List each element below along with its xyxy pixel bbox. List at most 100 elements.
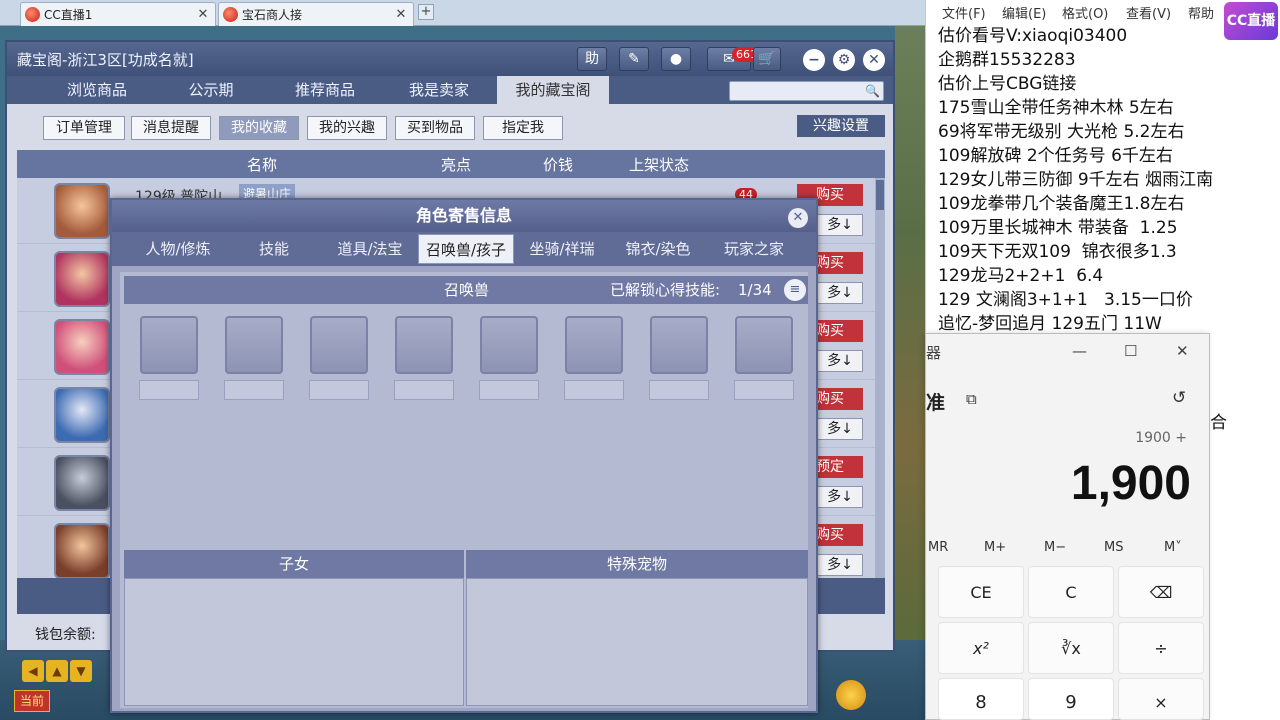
close-icon[interactable]: ✕ [863,49,885,71]
pet-slot[interactable] [480,316,538,374]
digit-8-button[interactable]: 8 [938,678,1024,720]
browser-tab-gem-merchant[interactable]: 宝石商人接 ✕ [218,2,414,26]
dialog-tabs: 人物/修炼 技能 道具/法宝 召唤兽/孩子 坐骑/祥瑞 锦衣/染色 玩家之家 [112,232,816,266]
arrow-down-icon[interactable]: ▼ [70,660,92,682]
tab-skills[interactable]: 技能 [226,234,322,264]
assigned-to-me-button[interactable]: 指定我 [483,116,563,140]
avatar [54,251,110,307]
memory-store-button[interactable]: MS [1104,540,1123,555]
settings-icon[interactable]: ⚙ [833,49,855,71]
clear-entry-button[interactable]: CE [938,566,1024,618]
tab-character[interactable]: 人物/修炼 [130,234,226,264]
nav-tab-my-cbg[interactable]: 我的藏宝阁 [497,76,609,104]
pet-slot[interactable] [140,316,198,374]
pet-slot[interactable] [735,316,793,374]
more-button[interactable]: 多↓ [817,486,863,508]
pet-slot[interactable] [310,316,368,374]
notepad-line: 109解放碑 2个任务号 6千左右 [938,146,1173,166]
message-reminder-button[interactable]: 消息提醒 [131,116,211,140]
more-button[interactable]: 多↓ [817,282,863,304]
arrow-left-icon[interactable]: ◀ [22,660,44,682]
menu-edit[interactable]: 编辑(E) [1002,3,1046,22]
tab-outfits[interactable]: 锦衣/染色 [610,234,706,264]
order-management-button[interactable]: 订单管理 [43,116,125,140]
backspace-button[interactable]: ⌫ [1118,566,1204,618]
notepad-line: 129龙马2+2+1 6.4 [938,266,1104,286]
more-button[interactable]: 多↓ [817,554,863,576]
more-button[interactable]: 多↓ [817,350,863,372]
maximize-icon[interactable]: ☐ [1124,342,1137,360]
memory-list-button[interactable]: M˅ [1164,540,1182,555]
pet-slot[interactable] [565,316,623,374]
wallet-balance-label: 钱包余额: [35,627,96,643]
multiply-button[interactable]: × [1118,678,1204,720]
more-button[interactable]: 多↓ [817,418,863,440]
nav-tab-seller[interactable]: 我是卖家 [383,76,495,104]
menu-help[interactable]: 帮助 [1188,3,1214,22]
clear-button[interactable]: C [1028,566,1114,618]
record-icon[interactable]: ● [661,47,691,71]
emoji-icon[interactable] [836,680,866,710]
help-button[interactable]: 助 [577,47,607,71]
square-button[interactable]: x² [938,622,1024,674]
cart-icon[interactable]: 🛒 [753,47,781,71]
purchased-items-button[interactable]: 买到物品 [395,116,475,140]
my-favorites-button[interactable]: 我的收藏 [219,116,299,140]
pet-slot-label [479,380,539,400]
tab-mounts[interactable]: 坐骑/祥瑞 [514,234,610,264]
nav-tab-public[interactable]: 公示期 [155,76,267,104]
minimize-icon[interactable]: — [1072,342,1087,360]
notepad-text[interactable]: 估价看号V:xiaoqi03400 企鹅群15532283 估价上号CBG链接 175… [938,24,1213,336]
pet-slot-label [734,380,794,400]
tab-items[interactable]: 道具/法宝 [322,234,418,264]
my-interest-button[interactable]: 我的兴趣 [307,116,387,140]
pet-slot[interactable] [395,316,453,374]
memory-add-button[interactable]: M+ [984,540,1006,555]
close-tab-icon[interactable]: ✕ [195,7,211,22]
pet-slot[interactable] [650,316,708,374]
list-scroll-thumb[interactable] [876,180,884,210]
notepad-line: 129 文澜阁3+1+1 3.15一口价 [938,290,1193,310]
close-tab-icon[interactable]: ✕ [393,7,409,22]
digit-9-button[interactable]: 9 [1028,678,1114,720]
divide-button[interactable]: ÷ [1118,622,1204,674]
nav-tab-recommend[interactable]: 推荐商品 [269,76,381,104]
browser-tabbar: CC直播1 ✕ 宝石商人接 ✕ + [0,0,925,26]
minimize-icon[interactable]: − [803,49,825,71]
browser-tab-cc-live[interactable]: CC直播1 ✕ [20,2,216,26]
pet-slot-label [394,380,454,400]
list-scrollbar[interactable] [875,178,885,578]
new-tab-button[interactable]: + [418,4,434,20]
calculator-mode[interactable]: 准 [926,388,945,415]
search-input[interactable]: 🔍 [729,81,884,101]
arrow-up-icon[interactable]: ▲ [46,660,68,682]
pet-slot[interactable] [225,316,283,374]
menu-view[interactable]: 查看(V) [1126,3,1171,22]
notepad-line: 估价上号CBG链接 [938,74,1077,94]
pets-section-title: 召唤兽 [444,281,490,299]
cube-root-button[interactable]: ∛x [1028,622,1114,674]
search-icon[interactable]: 🔍 [865,84,880,98]
role-consignment-dialog: 角色寄售信息 ✕ 人物/修炼 技能 道具/法宝 召唤兽/孩子 坐骑/祥瑞 锦衣/… [110,198,818,713]
more-button[interactable]: 多↓ [817,214,863,236]
browser-tab-label: CC直播1 [44,8,93,22]
close-icon[interactable]: ✕ [1176,342,1189,360]
nav-tab-browse[interactable]: 浏览商品 [41,76,153,104]
menu-file[interactable]: 文件(F) [942,3,986,22]
tab-pets[interactable]: 召唤兽/孩子 [418,234,514,264]
pet-slot-label [309,380,369,400]
interest-settings-button[interactable]: 兴趣设置 [797,115,885,137]
list-menu-icon[interactable]: ≡ [784,279,806,301]
memory-subtract-button[interactable]: M− [1044,540,1066,555]
keep-on-top-icon[interactable]: ⧉ [966,390,977,408]
pin-icon[interactable]: ✎ [619,47,649,71]
close-icon[interactable]: ✕ [788,208,808,228]
notepad-line: 估价看号V:xiaoqi03400 [938,26,1128,46]
menu-format[interactable]: 格式(O) [1062,3,1108,22]
cc-live-logo: CC直播 [1224,2,1278,40]
current-channel-icon[interactable]: 当前 [14,690,50,712]
history-icon[interactable]: ↺ [1172,388,1186,408]
memory-recall-button[interactable]: MR [928,540,948,555]
pet-slot-label [564,380,624,400]
tab-home[interactable]: 玩家之家 [706,234,802,264]
